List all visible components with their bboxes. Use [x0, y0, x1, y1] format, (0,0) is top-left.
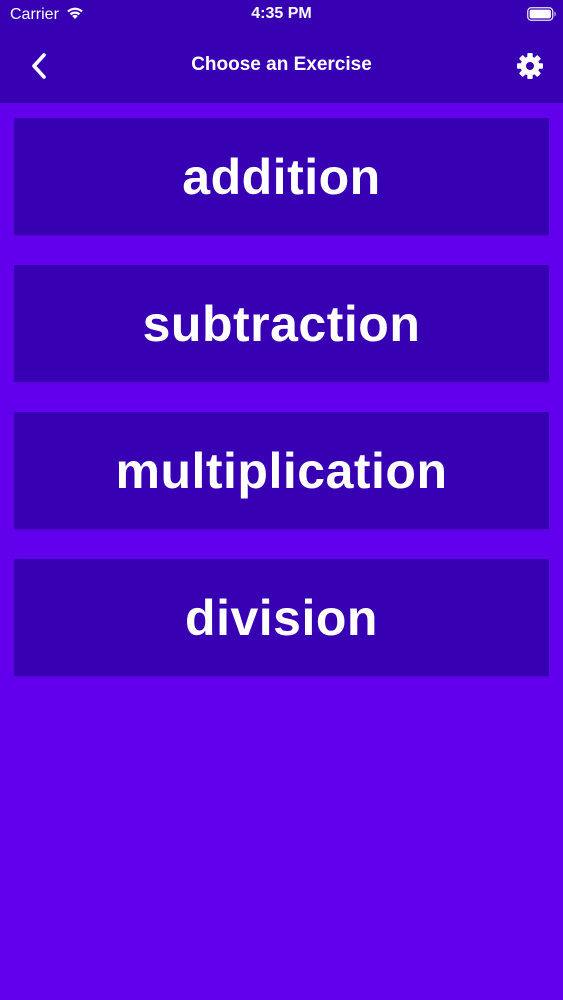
page-title: Choose an Exercise — [191, 54, 372, 75]
exercise-label: division — [185, 589, 378, 646]
exercise-label: subtraction — [142, 295, 421, 352]
exercise-multiplication-button[interactable]: multiplication — [14, 412, 549, 529]
exercise-division-button[interactable]: division — [14, 559, 549, 676]
gear-icon — [517, 53, 543, 79]
exercise-subtraction-button[interactable]: subtraction — [14, 265, 549, 382]
navigation-bar: Choose an Exercise — [0, 30, 563, 103]
exercise-addition-button[interactable]: addition — [14, 118, 549, 235]
exercise-list: addition subtraction multiplication divi… — [14, 118, 549, 706]
exercise-label: addition — [182, 148, 381, 205]
battery-icon — [527, 7, 556, 21]
status-bar: Carrier 4:35 PM — [0, 0, 563, 30]
exercise-label: multiplication — [115, 442, 448, 499]
settings-button[interactable] — [513, 49, 547, 83]
status-time: 4:35 PM — [251, 5, 312, 22]
